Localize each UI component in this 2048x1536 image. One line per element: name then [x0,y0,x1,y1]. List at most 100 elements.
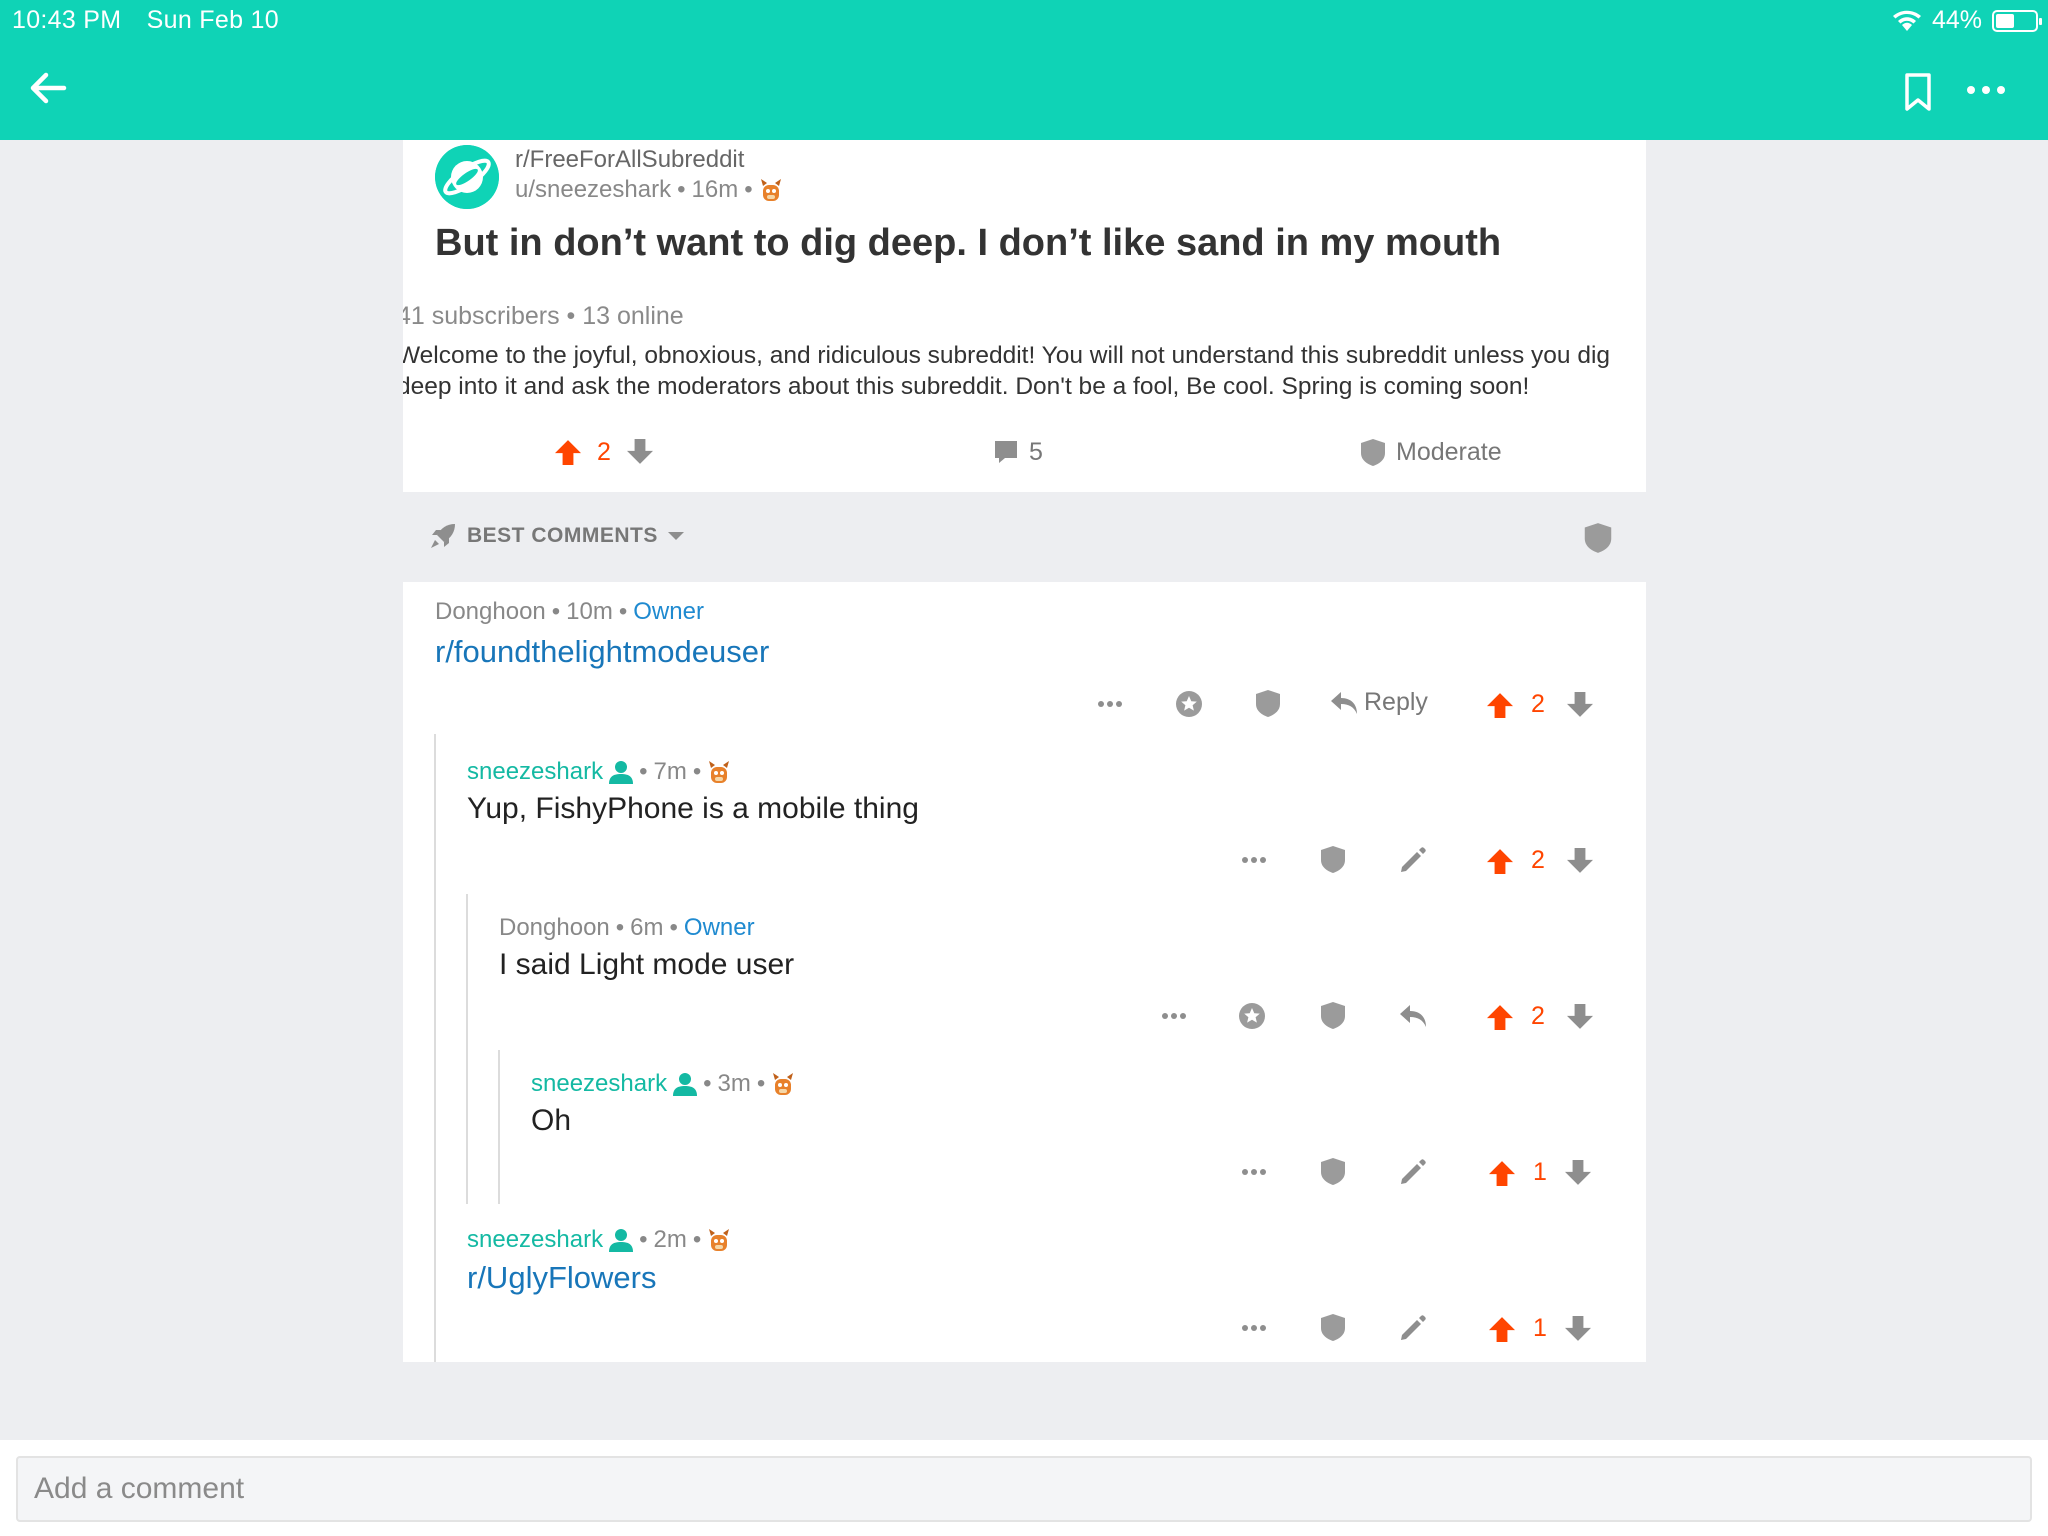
comment-score: 1 [1533,1314,1547,1342]
award-icon[interactable] [1238,1002,1266,1030]
status-bar-right: 44% [1892,6,2042,35]
comment-body: Yup, FishyPhone is a mobile thing [467,792,919,825]
upvote-icon[interactable] [1489,1160,1515,1186]
owner-badge: Owner [683,914,755,941]
owner-badge: Owner [633,598,704,625]
more-icon[interactable] [1241,1324,1267,1332]
wifi-icon [1892,10,1921,31]
post-card: r/FreeForAllSubreddit u/sneezeshark • 16… [403,140,1646,492]
post-action-bar: 2 5 Moderate [403,430,1646,474]
post-meta: u/sneezeshark • 16m • [515,176,783,204]
comment-score: 2 [1531,690,1545,718]
moderate-button[interactable]: Moderate [1360,430,1502,474]
flair-icon [709,761,730,783]
comments-list: Donghoon • 10m • Owner r/foundthelightmo… [403,582,1646,1362]
post-vote-group: 2 [555,430,653,474]
reply-icon[interactable] [1399,1002,1427,1030]
upvote-icon[interactable] [1487,692,1513,718]
upvote-icon[interactable] [1489,1316,1515,1342]
comment-author[interactable]: Donghoon [499,914,610,942]
comment-author[interactable]: sneezeshark [531,1070,667,1098]
comment-author[interactable]: sneezeshark [467,758,603,786]
upvote-icon[interactable] [555,439,581,465]
comment-count: 5 [1029,437,1043,466]
edit-icon[interactable] [1399,846,1427,874]
comment-score: 2 [1531,846,1545,874]
thread-line [466,894,468,1204]
shield-icon[interactable] [1320,1157,1346,1186]
thread-line [498,1050,500,1204]
person-icon [673,1073,698,1096]
shield-icon [1361,438,1385,466]
comment-author[interactable]: sneezeshark [467,1226,603,1254]
comment-meta: sneezeshark • 3m • [531,1070,795,1098]
status-time: 10:43 PM [12,6,122,34]
more-icon[interactable] [1161,1012,1187,1020]
person-icon [609,1229,634,1252]
edit-icon[interactable] [1399,1314,1427,1342]
comment-author[interactable]: Donghoon [435,598,546,626]
comment-score: 2 [1531,1002,1545,1030]
sort-label: BEST COMMENTS [467,524,658,547]
comment-meta: Donghoon • 6m • Owner [499,914,755,942]
downvote-icon[interactable] [1567,1004,1593,1030]
sort-dropdown[interactable]: BEST COMMENTS [429,522,684,550]
comment-age: 6m [630,914,664,941]
flair-icon [709,1229,730,1251]
subreddit-description: Welcome to the joyful, obnoxious, and ri… [403,342,1611,400]
reply-button[interactable]: Reply [1330,688,1428,717]
add-comment-input[interactable] [16,1456,2032,1522]
more-icon[interactable] [1097,700,1123,708]
subreddit-name[interactable]: r/FreeForAllSubreddit [515,146,744,174]
post-title: But in don’t want to dig deep. I don’t l… [435,222,1502,264]
more-icon[interactable] [1241,1168,1267,1176]
battery-percent: 44% [1931,6,1982,34]
downvote-icon[interactable] [1565,1316,1591,1342]
reply-label: Reply [1364,688,1428,716]
thread-line [434,734,436,1362]
comment-age: 2m [653,1226,687,1253]
comment-icon [995,441,1017,463]
post-score: 2 [597,437,611,466]
subreddit-stats: 41 subscribers • 13 online [403,302,684,331]
award-icon[interactable] [1175,690,1203,718]
downvote-icon[interactable] [1565,1160,1591,1186]
shield-icon[interactable] [1320,1001,1346,1030]
planet-icon[interactable] [435,145,499,209]
rocket-icon [431,524,455,548]
subreddit-link[interactable]: r/foundthelightmodeuser [435,634,769,670]
subreddit-link[interactable]: r/UglyFlowers [467,1260,656,1296]
back-arrow-icon[interactable] [26,66,70,110]
shield-icon[interactable] [1320,845,1346,874]
downvote-icon[interactable] [1567,692,1593,718]
upvote-icon[interactable] [1487,848,1513,874]
battery-icon [1992,9,2042,32]
person-icon [609,761,634,784]
status-date: Sun Feb 10 [146,6,279,34]
downvote-icon[interactable] [626,439,653,465]
subscriber-count: 41 subscribers [403,302,560,330]
upvote-icon[interactable] [1487,1004,1513,1030]
comment-age: 10m [566,598,613,625]
post-author[interactable]: u/sneezeshark [515,176,671,204]
comment-meta: sneezeshark • 2m • [467,1226,731,1254]
downvote-icon[interactable] [1567,848,1593,874]
status-bar-left: 10:43 PM Sun Feb 10 [12,6,297,35]
flair-icon [773,1073,794,1095]
comments-button[interactable]: 5 [993,430,1043,474]
moderate-label: Moderate [1396,437,1502,466]
comment-age: 3m [717,1070,751,1097]
online-count: 13 online [582,302,684,330]
shield-icon[interactable] [1255,689,1281,718]
more-icon[interactable] [1964,78,2008,102]
flair-icon [760,179,781,201]
bookmark-icon[interactable] [1902,72,1934,112]
comment-score: 1 [1533,1158,1547,1186]
post-age: 16m [691,176,739,203]
shield-icon[interactable] [1320,1313,1346,1342]
edit-icon[interactable] [1399,1158,1427,1186]
shield-icon[interactable] [1583,522,1613,554]
more-icon[interactable] [1241,856,1267,864]
comment-meta: sneezeshark • 7m • [467,758,731,786]
comment-age: 7m [653,758,687,785]
